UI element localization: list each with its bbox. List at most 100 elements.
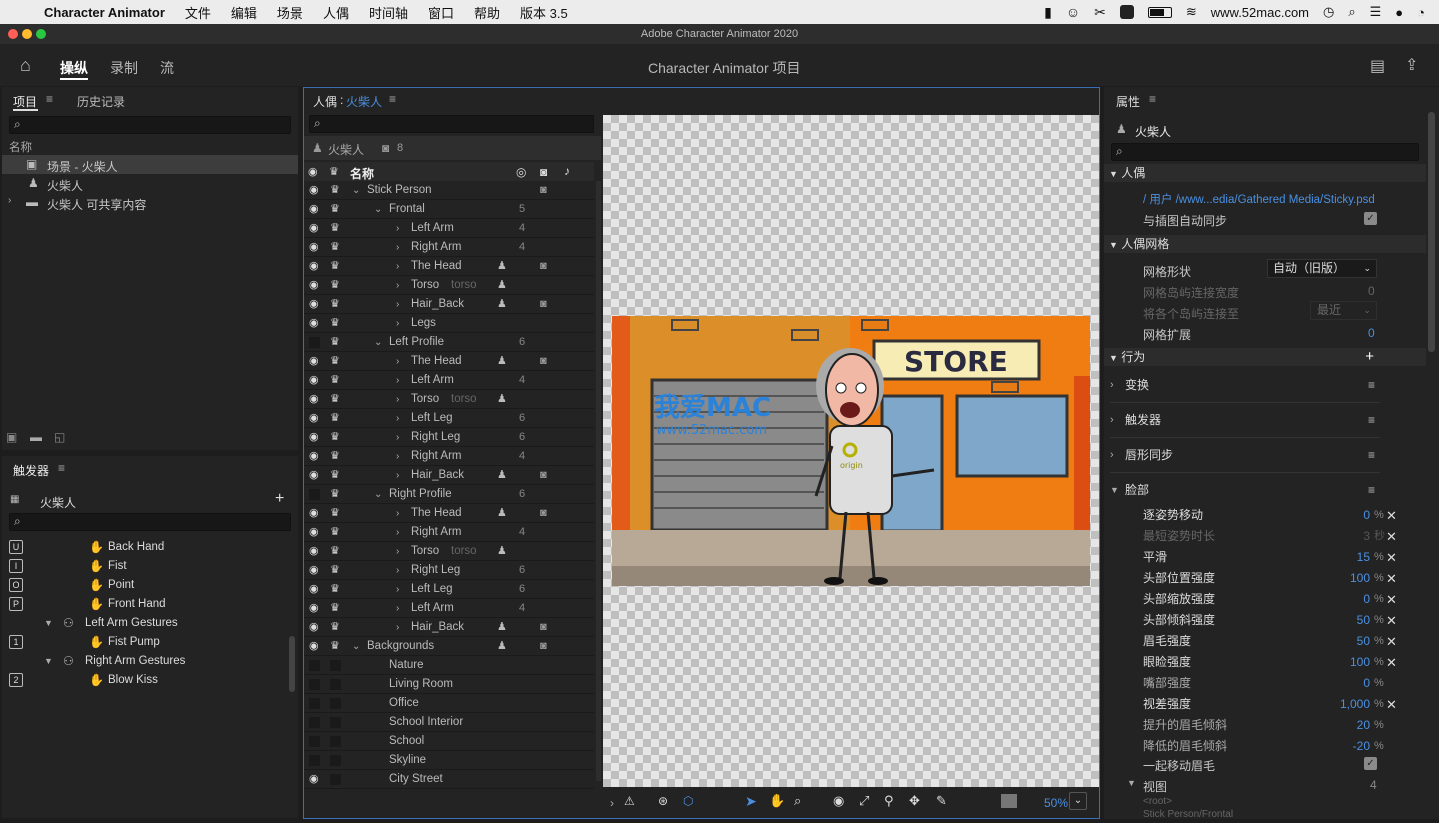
chevron-right-icon[interactable]: › [396,580,399,599]
independent-crown-icon[interactable] [330,736,341,747]
independent-crown-icon[interactable] [330,717,341,728]
independent-crown-icon[interactable]: ♛ [330,485,340,504]
layer-row[interactable]: ◉ ♛ › The Head ♟ ◙ [304,504,594,523]
chevron-right-icon[interactable]: › [1110,409,1114,431]
new-folder-icon[interactable]: ▬ [30,430,42,444]
disarm-icon[interactable]: ✕ [1386,568,1397,589]
independent-crown-icon[interactable]: ♛ [330,409,340,428]
disarm-icon[interactable]: ✕ [1386,631,1397,652]
trigger-key-badge[interactable]: I [9,559,23,573]
qq-icon[interactable]: ☺ [1066,4,1080,20]
chevron-right-icon[interactable]: › [396,238,399,257]
workspace-record-tab[interactable]: 录制 [110,58,138,78]
visibility-eye-icon[interactable] [309,717,320,728]
add-behavior-button[interactable]: + [1365,348,1374,366]
properties-search-input[interactable] [1111,143,1419,161]
chevron-right-icon[interactable]: › [1110,444,1114,466]
face-param-value[interactable]: -20 [1310,736,1370,757]
panel-menu-icon[interactable]: ≡ [46,92,53,106]
menu-item-version[interactable]: 版本 3.5 [520,3,568,22]
visibility-eye-icon[interactable]: ◉ [309,447,319,466]
layer-row[interactable]: ♛ ⌄ Right Profile 6 [304,485,594,504]
layer-row[interactable]: Skyline [304,751,594,770]
independent-crown-icon[interactable]: ♛ [330,219,340,238]
stick-tool-icon[interactable]: ⤢ [859,793,869,809]
trigger-key-badge[interactable]: 2 [9,673,23,687]
chevron-right-icon[interactable]: › [396,561,399,580]
visibility-eye-icon[interactable] [309,698,320,709]
visibility-eye-icon[interactable]: ◉ [309,637,319,656]
transparency-grid-icon[interactable] [1001,794,1017,808]
scrollbar[interactable] [596,181,601,781]
disarm-icon[interactable]: ✕ [1386,652,1397,673]
menu-item-edit[interactable]: 编辑 [231,3,257,22]
independent-crown-icon[interactable]: ♛ [330,428,340,447]
outline-icon[interactable]: ⬡ [683,794,693,808]
visibility-eye-icon[interactable]: ◉ [309,580,319,599]
menu-item-window[interactable]: 窗口 [428,3,454,22]
layer-row[interactable]: ◉ ♛ › Hair_Back ♟ ◙ [304,295,594,314]
chevron-down-icon[interactable]: ▼ [1110,479,1119,501]
layer-row[interactable]: ♛ ⌄ Left Profile 6 [304,333,594,352]
independent-crown-icon[interactable]: ♛ [330,200,340,219]
face-param-value[interactable]: 0 [1310,673,1370,694]
independent-crown-icon[interactable]: ♛ [330,295,340,314]
face-param-value[interactable]: 50 [1310,631,1370,652]
visibility-eye-icon[interactable] [309,736,320,747]
layer-row[interactable]: ◉ ♛ ⌄ Stick Person ◙ [304,181,594,200]
tool-icon[interactable]: ✂ [1094,4,1106,21]
layer-row[interactable]: ◉ ♛ › Left Arm 4 [304,371,594,390]
project-search-input[interactable] [9,116,291,134]
chevron-right-icon[interactable]: › [396,314,399,333]
chevron-right-icon[interactable]: › [396,371,399,390]
disarm-icon[interactable]: ✕ [1386,526,1397,547]
behavior-menu-icon[interactable]: ≡ [1368,444,1375,466]
visibility-eye-icon[interactable]: ◉ [309,352,319,371]
tab-project[interactable]: 项目 [13,93,37,110]
face-param-value[interactable]: 100 [1310,568,1370,589]
face-param-value[interactable]: 0 [1310,505,1370,526]
independent-crown-icon[interactable]: ♛ [330,618,340,637]
independent-crown-icon[interactable]: ♛ [330,257,340,276]
visibility-eye-icon[interactable]: ◉ [309,542,319,561]
behavior-menu-icon[interactable]: ≡ [1368,409,1375,431]
face-param-value[interactable]: 100 [1310,652,1370,673]
trigger-row[interactable]: O ✋ Point [2,576,287,595]
chevron-down-icon[interactable]: ▼ [44,614,53,633]
independent-crown-icon[interactable] [330,774,341,785]
independent-crown-icon[interactable]: ♛ [330,314,340,333]
chevron-right-icon[interactable]: › [396,618,399,637]
visibility-eye-icon[interactable]: ◉ [309,599,319,618]
layer-row[interactable]: ◉ ♛ › Right Leg 6 [304,428,594,447]
panel-menu-icon[interactable]: ≡ [1149,92,1156,106]
face-param-value[interactable]: 15 [1310,547,1370,568]
independent-crown-icon[interactable]: ♛ [330,371,340,390]
chevron-down-icon[interactable]: ⌄ [374,200,382,219]
menu-item-puppet[interactable]: 人偶 [323,3,349,22]
chevron-down-icon[interactable]: ⌄ [352,637,360,656]
chevron-down-icon[interactable]: ▼ [1127,778,1136,788]
trigger-row[interactable]: 1 ✋ Fist Pump [2,633,287,652]
layer-row[interactable]: School Interior [304,713,594,732]
scrollbar[interactable] [1428,112,1435,352]
puppet-file-path[interactable]: / 用户 /www...edia/Gathered Media/Sticky.p… [1143,191,1375,207]
section-behaviors[interactable]: ▼ 行为 + [1104,348,1426,366]
trigger-key-badge[interactable]: P [9,597,23,611]
trigger-search-input[interactable] [9,513,291,531]
chevron-down-icon[interactable]: ⌄ [374,333,382,352]
chevron-right-icon[interactable]: › [610,796,614,810]
panel-menu-icon[interactable]: ≡ [58,461,65,475]
close-window-button[interactable] [8,29,18,39]
section-puppet[interactable]: ▼ 人偶 [1104,164,1426,182]
layer-row[interactable]: ◉ ♛ › Left Leg 6 [304,580,594,599]
visibility-eye-icon[interactable]: ◉ [309,257,319,276]
home-icon[interactable]: ⌂ [20,55,31,76]
trigger-row[interactable]: I ✋ Fist [2,557,287,576]
face-param-value[interactable]: 20 [1310,715,1370,736]
chevron-right-icon[interactable]: › [396,276,399,295]
chevron-right-icon[interactable]: › [396,523,399,542]
layer-row[interactable]: ◉ City Street [304,770,594,789]
independent-crown-icon[interactable] [330,755,341,766]
face-param-value[interactable]: 1,000 [1310,694,1370,715]
visibility-eye-icon[interactable]: ◉ [309,200,319,219]
